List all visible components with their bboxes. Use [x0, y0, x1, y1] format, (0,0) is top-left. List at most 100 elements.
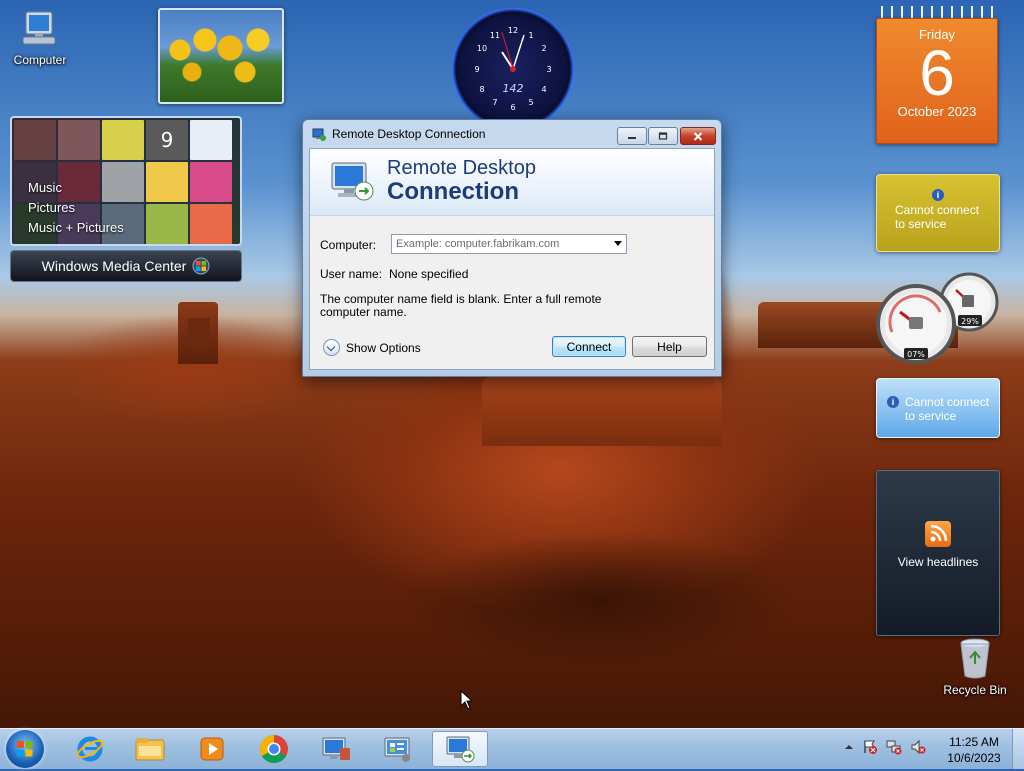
banner-title-line1: Remote Desktop: [387, 157, 536, 179]
media-player-icon: [200, 737, 224, 761]
clock-gadget[interactable]: 12 1 2 345 678 9 10 11 142: [452, 8, 574, 130]
taskbar-control-panel[interactable]: [370, 731, 426, 767]
rss-icon: [925, 521, 951, 547]
windows-logo-icon: [17, 741, 33, 757]
username-label: User name:: [320, 267, 383, 281]
connect-button[interactable]: Connect: [552, 336, 626, 357]
feed-headlines-gadget[interactable]: View headlines: [876, 470, 1000, 636]
svg-text:10: 10: [477, 44, 487, 53]
recycle-bin-icon: [960, 638, 990, 679]
desktop-icon-label: Computer: [13, 53, 67, 67]
mouse-cursor-icon: [460, 690, 474, 710]
show-options-toggle[interactable]: Show Options: [323, 339, 421, 356]
clock-label: 142: [502, 82, 524, 95]
remote-desktop-icon: [312, 128, 326, 141]
taskbar-time: 11:25 AM: [949, 735, 999, 749]
calendar-month: October 2023: [897, 104, 977, 119]
taskbar: 11:25 AM 10/6/2023: [0, 728, 1024, 769]
svg-text:11: 11: [490, 31, 500, 40]
start-button[interactable]: [6, 730, 44, 768]
taskbar-internet-explorer[interactable]: [62, 731, 118, 767]
landscape-butte-detail: [188, 318, 210, 348]
remote-desktop-logo-icon: [331, 162, 374, 201]
cpu-meter-gadget[interactable]: 07% 29%: [876, 272, 1000, 364]
weather-message-line2: to service: [895, 217, 947, 231]
computer-icon: [22, 11, 56, 45]
show-options-label: Show Options: [346, 340, 421, 355]
currency-message-line2: to service: [905, 409, 957, 423]
desktop-icon-recycle-bin[interactable]: Recycle Bin: [939, 636, 1011, 697]
volume-muted-icon[interactable]: [910, 739, 926, 755]
cpu-percent: 07%: [907, 350, 925, 359]
banner-title-line2: Connection: [387, 178, 519, 205]
slideshow-gadget[interactable]: [158, 8, 284, 104]
maximize-button[interactable]: [648, 127, 678, 145]
weather-gadget[interactable]: i Cannot connect to service: [876, 174, 1000, 252]
remote-desktop-icon: [322, 737, 350, 760]
svg-text:5: 5: [528, 98, 533, 107]
window-client-area: Remote Desktop Connection Computer: User…: [309, 148, 715, 370]
desktop-icon-computer[interactable]: Computer: [4, 8, 76, 67]
svg-text:2: 2: [541, 44, 546, 53]
remote-desktop-icon: [446, 736, 475, 763]
calendar-gadget[interactable]: Friday 6 October 2023: [876, 6, 998, 144]
desktop-icon-label: Recycle Bin: [943, 683, 1007, 697]
dropdown-arrow-icon[interactable]: [614, 241, 622, 246]
chevron-down-icon: [323, 339, 340, 356]
action-center-flag-icon[interactable]: [862, 739, 878, 755]
minimize-button[interactable]: [617, 127, 647, 145]
taskbar-media-player[interactable]: [184, 731, 240, 767]
media-tile-clock: 9: [146, 120, 188, 160]
show-desktop-button[interactable]: [1012, 729, 1024, 769]
svg-text:9: 9: [474, 65, 479, 74]
taskbar-date: 10/6/2023: [947, 751, 1001, 765]
maximize-icon: [658, 132, 668, 140]
taskbar-clock[interactable]: 11:25 AM 10/6/2023: [944, 734, 1004, 766]
svg-text:1: 1: [528, 31, 533, 40]
remote-desktop-window[interactable]: Remote Desktop Connection Remote Desktop…: [302, 119, 722, 377]
help-button[interactable]: Help: [632, 336, 707, 357]
minimize-icon: [628, 137, 636, 139]
username-value: None specified: [389, 267, 469, 281]
taskbar-remote-desktop-pinned[interactable]: [308, 731, 364, 767]
windows-logo-icon: [192, 257, 210, 275]
media-center-gadget[interactable]: 9 Music Pictures Music + Pictures Window…: [10, 116, 242, 282]
internet-explorer-icon: [76, 736, 104, 762]
close-button[interactable]: [680, 127, 716, 145]
window-title: Remote Desktop Connection: [332, 127, 486, 141]
svg-text:3: 3: [546, 65, 551, 74]
svg-text:6: 6: [510, 103, 515, 112]
network-icon[interactable]: [886, 739, 902, 755]
control-panel-icon: [384, 737, 410, 762]
clock-face: 1212 345 678 91011: [474, 26, 551, 112]
validation-message: The computer name field is blank. Enter …: [320, 292, 602, 319]
taskbar-windows-explorer[interactable]: [122, 731, 178, 767]
memory-percent: 29%: [961, 317, 979, 326]
media-menu-music-pictures[interactable]: Music + Pictures: [28, 218, 124, 238]
calendar-date: 6: [919, 37, 955, 109]
cpu-meter-dials: 07% 29%: [876, 272, 999, 364]
svg-text:12: 12: [508, 26, 518, 35]
media-center-title: Windows Media Center: [41, 258, 187, 274]
landscape-central-mesa: [482, 376, 722, 446]
taskbar-remote-desktop-active[interactable]: [432, 731, 488, 767]
close-icon: [693, 131, 703, 141]
info-icon: i: [887, 396, 899, 408]
media-menu-pictures[interactable]: Pictures: [28, 198, 124, 218]
system-tray: [844, 739, 926, 755]
computer-input[interactable]: [392, 235, 610, 253]
svg-text:7: 7: [492, 98, 497, 107]
currency-message-line1: Cannot connect: [905, 395, 990, 409]
computer-label: Computer:: [320, 238, 377, 252]
currency-gadget[interactable]: i Cannot connect to service: [876, 378, 1000, 438]
media-menu-music[interactable]: Music: [28, 178, 124, 198]
calendar-rings: [876, 6, 998, 18]
media-center-launch-bar[interactable]: Windows Media Center: [10, 250, 242, 282]
chrome-icon: [260, 735, 288, 763]
weather-message-line1: Cannot connect: [895, 203, 980, 217]
view-headlines-link[interactable]: View headlines: [877, 555, 999, 569]
taskbar-google-chrome[interactable]: [246, 731, 302, 767]
show-hidden-icons-icon[interactable]: [844, 742, 854, 752]
computer-combobox[interactable]: [391, 234, 627, 254]
info-icon: i: [932, 189, 944, 201]
